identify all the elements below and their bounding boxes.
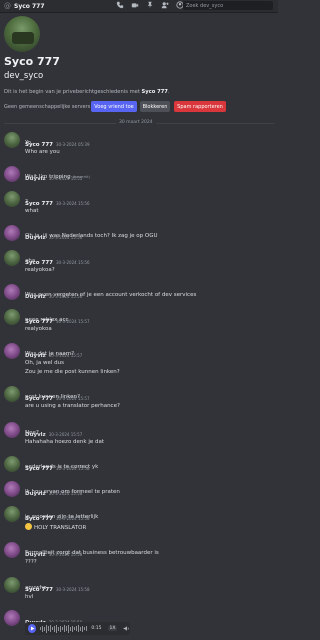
message-text: Nee? bbox=[25, 430, 39, 436]
message-text: Was dat je naam? bbox=[25, 351, 75, 357]
avatar[interactable] bbox=[4, 166, 20, 182]
avatar[interactable] bbox=[4, 250, 20, 266]
video-icon[interactable] bbox=[131, 1, 139, 9]
header-toolbar bbox=[116, 1, 184, 9]
block-button[interactable]: Blokkeren bbox=[140, 101, 170, 112]
message-text: aha bbox=[25, 258, 36, 264]
avatar[interactable] bbox=[4, 542, 20, 558]
message-text: anywho bbox=[25, 585, 47, 591]
phone-icon[interactable] bbox=[116, 1, 124, 9]
message-text: are u using a translator perhance? bbox=[25, 403, 120, 409]
avatar[interactable] bbox=[4, 456, 20, 472]
avatar[interactable] bbox=[4, 386, 20, 402]
avatar[interactable] bbox=[4, 610, 20, 626]
message-text: neee roblox acc bbox=[25, 317, 69, 323]
playback-speed-button[interactable]: 1X bbox=[107, 626, 118, 631]
add-friend-button[interactable]: Voeg vriend toe bbox=[91, 101, 137, 112]
dm-intro-text: Dit is het begin van je priveberichtgesc… bbox=[4, 89, 170, 95]
avatar[interactable] bbox=[4, 481, 20, 497]
message-text: nederlands is te correct yk bbox=[25, 464, 99, 470]
message-text: Oh, ja wel dus bbox=[25, 360, 64, 366]
avatar[interactable] bbox=[4, 284, 20, 300]
avatar[interactable] bbox=[4, 577, 20, 593]
timestamp: 30-3-2024 15:57 bbox=[48, 432, 83, 437]
pin-icon[interactable] bbox=[146, 1, 154, 9]
date-divider: 30 maart 2024 bbox=[116, 120, 156, 125]
message-text: Zou je me die post kunnen linken? bbox=[25, 369, 120, 375]
message-text: Hahahaha hoezo denk je dat bbox=[25, 439, 105, 445]
profile-handle: dev_syco bbox=[4, 71, 44, 81]
timestamp: 30-3-2024 15:58 bbox=[55, 587, 90, 592]
play-button[interactable] bbox=[28, 624, 37, 633]
profile-avatar[interactable] bbox=[4, 16, 40, 52]
search-input[interactable]: Zoek dev_syco bbox=[183, 1, 273, 10]
timestamp: 30-3-2024 05:39 bbox=[55, 142, 90, 147]
message-text: Who are you bbox=[25, 149, 60, 155]
message-text: Wait I'm tripping (bewerkt) bbox=[25, 174, 90, 180]
message-text: realyokoa? bbox=[25, 267, 55, 273]
message-text: je woorden zijn te letterlijk bbox=[25, 514, 99, 520]
message-text: Yo bbox=[25, 140, 31, 146]
grimace-emoji-icon bbox=[25, 523, 32, 530]
message-text: hvl bbox=[25, 594, 34, 600]
add-friend-icon[interactable] bbox=[161, 1, 169, 9]
edited-marker: (bewerkt) bbox=[72, 175, 90, 179]
message-text: Was even vergeten of je een account verk… bbox=[25, 292, 197, 298]
message-text: Oh ja, jij was Nederlands toch? Ik zag j… bbox=[25, 233, 158, 239]
volume-icon[interactable] bbox=[123, 625, 130, 632]
message-text: what bbox=[25, 208, 39, 214]
author-name[interactable]: Syco 777 bbox=[25, 201, 53, 207]
report-spam-button[interactable]: Spam rapporteren bbox=[174, 101, 226, 112]
avatar[interactable] bbox=[4, 506, 20, 522]
voice-message-player: 0:15 1X bbox=[25, 622, 130, 635]
avatar[interactable] bbox=[4, 225, 20, 241]
dm-header: @ Syco 777 Zoek dev_syco bbox=[0, 0, 278, 13]
avatar[interactable] bbox=[4, 132, 20, 148]
message-text: post kunnen linken? bbox=[25, 394, 81, 400]
avatar[interactable] bbox=[4, 309, 20, 325]
timestamp: 30-3-2024 15:56 bbox=[55, 260, 90, 265]
play-icon bbox=[30, 626, 35, 631]
message-text: Formaliteit zorgt dat business betrouwba… bbox=[25, 550, 159, 556]
message-text: realyokoa bbox=[25, 326, 52, 332]
avatar[interactable] bbox=[4, 422, 20, 438]
message-text: ???? bbox=[25, 559, 37, 565]
avatar[interactable] bbox=[4, 343, 20, 359]
avatar[interactable] bbox=[4, 191, 20, 207]
mutual-servers[interactable]: Geen gemeenschappelijke servers bbox=[4, 104, 90, 110]
message-text: ? bbox=[25, 199, 28, 205]
message-text: Ik hou ervan om formeel te praten bbox=[25, 489, 120, 495]
header-username[interactable]: Syco 777 bbox=[14, 3, 45, 10]
timestamp: 30-3-2024 15:56 bbox=[55, 201, 90, 206]
at-icon: @ bbox=[4, 2, 11, 10]
message-text: HOLY TRANSLATOR bbox=[25, 523, 86, 531]
audio-time: 0:15 bbox=[91, 626, 102, 631]
audio-waveform[interactable] bbox=[40, 624, 88, 633]
profile-display-name: Syco 777 bbox=[4, 55, 60, 68]
search-placeholder: Zoek dev_syco bbox=[186, 2, 224, 9]
